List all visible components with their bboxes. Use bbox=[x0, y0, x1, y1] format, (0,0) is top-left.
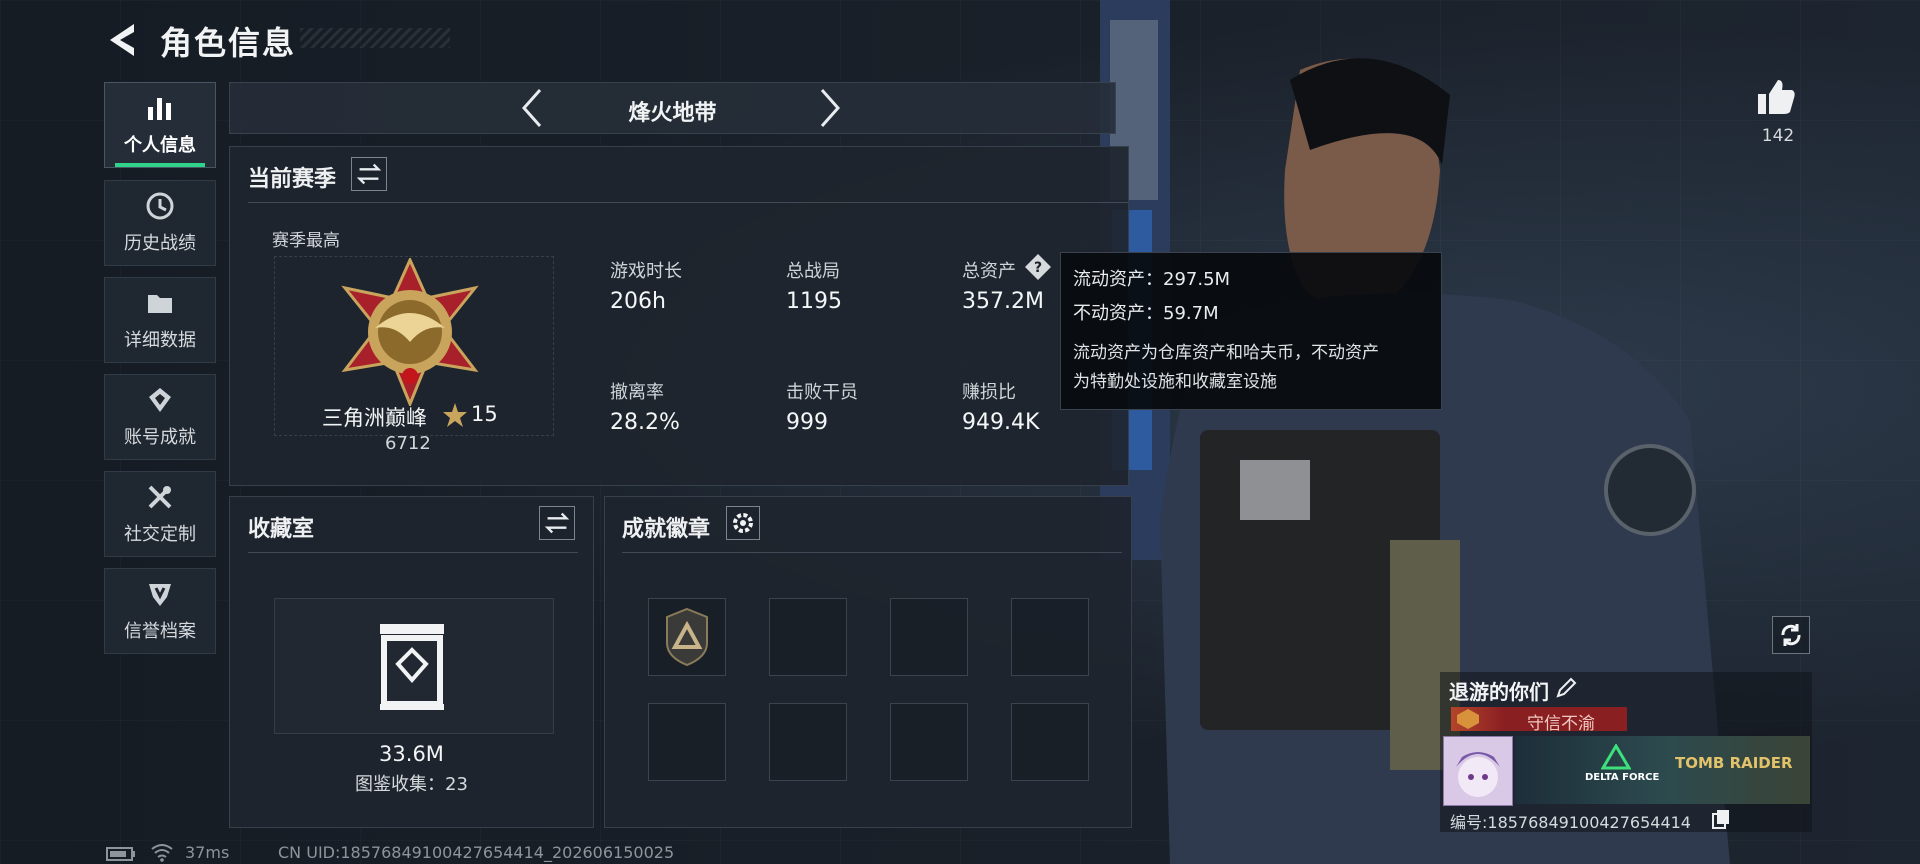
showcase-icon bbox=[380, 624, 444, 710]
stat-label: 撤离率 bbox=[610, 382, 664, 403]
sidebar-item-label: 信誉档案 bbox=[124, 621, 196, 642]
sidebar-item-history[interactable]: 历史战绩 bbox=[104, 180, 216, 266]
collection-title: 收藏室 bbox=[248, 517, 315, 542]
stat-value: 1195 bbox=[786, 289, 842, 314]
battery-icon bbox=[106, 847, 135, 861]
ping-value: 37ms bbox=[185, 843, 230, 862]
sidebar-item-achievements[interactable]: 账号成就 bbox=[104, 374, 216, 460]
history-clock-icon bbox=[146, 192, 174, 220]
avatar-image bbox=[1456, 752, 1500, 797]
assets-tooltip: 流动资产：297.5M 不动资产：59.7M 流动资产为仓库资产和哈夫币，不动资… bbox=[1060, 252, 1442, 410]
tooltip-desc-line: 流动资产为仓库资产和哈夫币，不动资产 bbox=[1073, 343, 1379, 363]
collection-swap-icon[interactable] bbox=[539, 506, 575, 540]
badge-slot[interactable] bbox=[769, 703, 847, 781]
rank-medal-icon bbox=[341, 258, 479, 406]
mode-label: 烽火地带 bbox=[628, 101, 717, 126]
divider bbox=[248, 552, 578, 553]
achievement-badge-icon bbox=[149, 388, 171, 412]
stat-value: 999 bbox=[786, 410, 828, 435]
banner-text: DELTA FORCE bbox=[1585, 772, 1660, 783]
next-mode-chevron-icon[interactable] bbox=[812, 86, 848, 130]
collection-count: 图鉴收集：23 bbox=[355, 774, 468, 795]
bar-chart-icon bbox=[148, 98, 171, 120]
title-decoration bbox=[300, 28, 450, 48]
badge-slot[interactable] bbox=[890, 703, 968, 781]
star-icon bbox=[443, 403, 467, 427]
badge-slot[interactable] bbox=[890, 598, 968, 676]
avatar[interactable] bbox=[1443, 736, 1513, 806]
sidebar-item-reputation[interactable]: 信誉档案 bbox=[104, 568, 216, 654]
season-swap-icon[interactable] bbox=[351, 157, 387, 191]
help-question-icon[interactable]: ? bbox=[1024, 253, 1052, 281]
svg-text:?: ? bbox=[1034, 260, 1042, 276]
sidebar-item-label: 历史战绩 bbox=[124, 233, 196, 254]
sidebar-item-social[interactable]: 社交定制 bbox=[104, 471, 216, 557]
badge-slot[interactable] bbox=[1011, 598, 1089, 676]
stat-label: 击败干员 bbox=[786, 382, 858, 403]
sidebar-item-label: 详细数据 bbox=[124, 330, 196, 351]
sidebar-item-detail-data[interactable]: 详细数据 bbox=[104, 277, 216, 363]
prev-mode-chevron-icon[interactable] bbox=[514, 86, 550, 130]
sidebar-item-label: 账号成就 bbox=[124, 427, 196, 448]
stat-label: 总战局 bbox=[786, 261, 840, 282]
rank-stars: 15 bbox=[471, 402, 498, 426]
stat-value: 206h bbox=[610, 289, 666, 314]
copy-icon[interactable] bbox=[1712, 809, 1730, 829]
tooltip-fixed-assets: 不动资产：59.7M bbox=[1073, 303, 1219, 324]
sidebar-item-label: 社交定制 bbox=[124, 524, 196, 545]
season-title: 当前赛季 bbox=[248, 167, 337, 192]
rank-score: 6712 bbox=[385, 433, 431, 454]
thumbs-up-icon[interactable] bbox=[1756, 78, 1796, 116]
sidebar-item-personal-info[interactable]: 个人信息 bbox=[104, 82, 216, 168]
stat-label: 赚损比 bbox=[962, 382, 1016, 403]
banner-text: TOMB RAIDER bbox=[1675, 754, 1793, 772]
uid-text: CN UID:18576849100427654414_202606150025 bbox=[278, 843, 675, 862]
player-name: 退游的你们 bbox=[1449, 680, 1549, 704]
tooltip-desc-line: 为特勤处设施和收藏室设施 bbox=[1073, 372, 1277, 392]
delta-force-logo-icon bbox=[1601, 744, 1631, 770]
refresh-icon[interactable] bbox=[1772, 616, 1810, 654]
triangle-badge-icon bbox=[666, 607, 708, 667]
shield-icon bbox=[149, 584, 171, 606]
sidebar-item-label: 个人信息 bbox=[124, 135, 196, 156]
folder-icon bbox=[148, 295, 172, 313]
season-best-label: 赛季最高 bbox=[272, 231, 340, 251]
badge-slot[interactable] bbox=[648, 703, 726, 781]
divider bbox=[248, 202, 1128, 203]
badge-slot[interactable] bbox=[769, 598, 847, 676]
mode-selector: 烽火地带 bbox=[229, 82, 1116, 134]
settings-gear-icon[interactable] bbox=[726, 506, 760, 540]
profile-banner: DELTA FORCE TOMB RAIDER bbox=[1515, 736, 1810, 804]
stat-value: 949.4K bbox=[962, 410, 1040, 435]
edit-pencil-icon[interactable] bbox=[1554, 676, 1578, 700]
collection-value: 33.6M bbox=[379, 742, 444, 766]
honor-emblem-icon bbox=[1457, 709, 1479, 729]
stat-value: 357.2M bbox=[962, 289, 1044, 314]
rank-name: 三角洲巅峰 bbox=[322, 406, 427, 430]
stat-label: 游戏时长 bbox=[610, 261, 682, 282]
badge-slot[interactable] bbox=[648, 598, 726, 676]
wifi-icon bbox=[151, 844, 173, 862]
divider bbox=[622, 552, 1122, 553]
player-id: 编号:18576849100427654414 bbox=[1450, 813, 1691, 832]
like-count: 142 bbox=[1761, 126, 1795, 146]
back-arrow-icon[interactable] bbox=[104, 20, 140, 60]
badge-slot[interactable] bbox=[1011, 703, 1089, 781]
stat-value: 28.2% bbox=[610, 410, 680, 435]
honor-title: 守信不渝 bbox=[1527, 714, 1595, 734]
tools-icon bbox=[148, 485, 172, 509]
stat-label: 总资产 bbox=[962, 261, 1016, 282]
page-title: 角色信息 bbox=[160, 24, 297, 62]
tooltip-liquid-assets: 流动资产：297.5M bbox=[1073, 269, 1231, 290]
badges-title: 成就徽章 bbox=[622, 517, 711, 542]
tooltip-description: 流动资产为仓库资产和哈夫币，不动资产 为特勤处设施和收藏室设施 bbox=[1073, 339, 1429, 397]
